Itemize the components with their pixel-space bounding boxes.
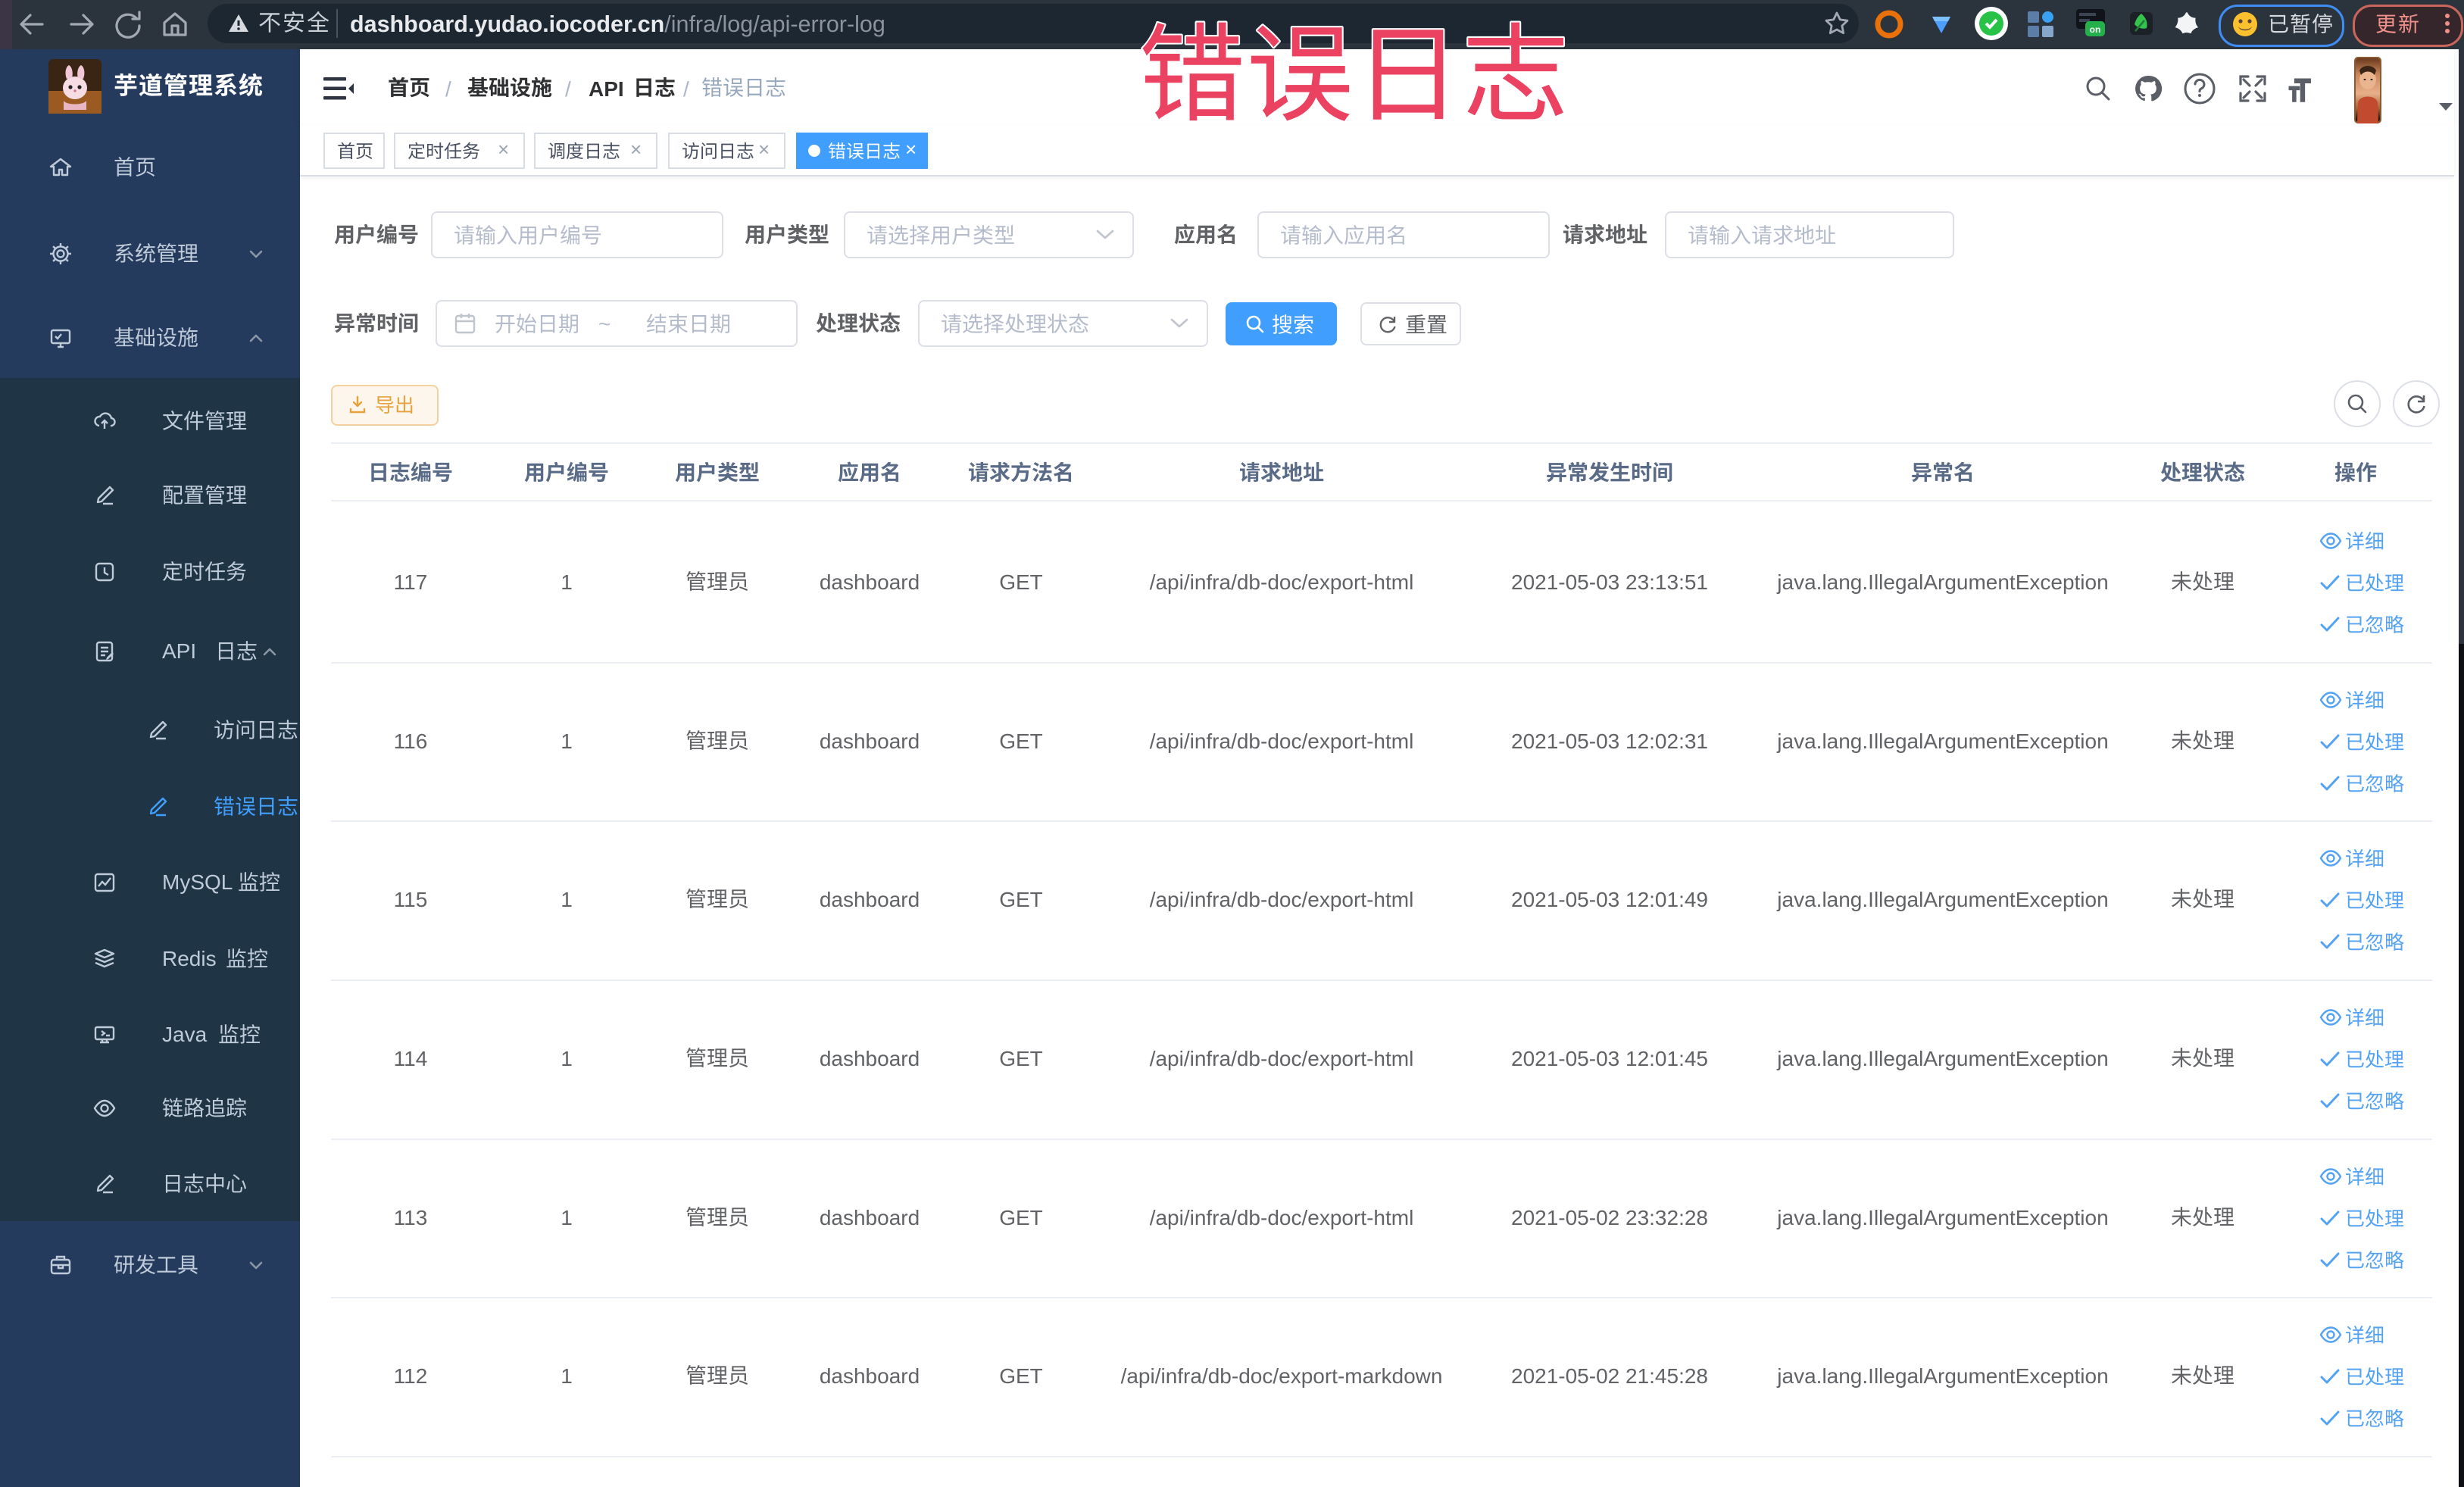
svg-text:on: on [2090, 24, 2101, 35]
